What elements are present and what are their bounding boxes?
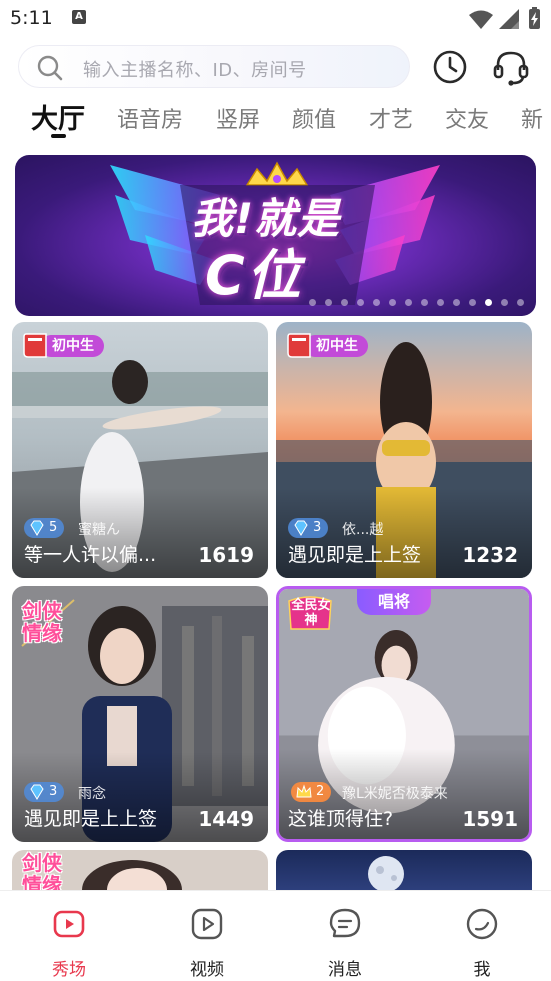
banner-pagination [15, 299, 524, 307]
room-title: 等一人许以偏... [24, 544, 157, 566]
anchor-name: 雨念 [78, 786, 106, 802]
tab-voice-room[interactable]: 语音房 [117, 102, 183, 134]
bottom-navigation: 秀场 视频 消息 我 [0, 890, 551, 981]
nav-item-me[interactable]: 我 [413, 891, 551, 981]
viewer-count: 1591 [462, 807, 518, 831]
app-screen: 5:11 A 输入主播名称、ID、房间号 大厅 语音房 竖屏 颜值 才艺 交友 … [0, 0, 551, 981]
live-tv-icon [53, 910, 85, 938]
banner-page-dot[interactable] [501, 299, 508, 306]
swordsman-badge-text: 剑侠情缘 [22, 851, 62, 890]
banner-page-dot[interactable] [517, 299, 524, 306]
profile-circle-icon [466, 908, 498, 940]
card-cover-image [276, 850, 532, 890]
tab-talent[interactable]: 才艺 [369, 102, 413, 134]
customer-service-headset-icon[interactable] [490, 46, 532, 88]
live-room-card[interactable]: 初中生 5 蜜糖ん 等一人许以偏... 1619 [12, 322, 268, 578]
banner-page-dot[interactable] [373, 299, 380, 306]
tab-vertical[interactable]: 竖屏 [216, 102, 260, 134]
anchor-name: 依...越 [342, 522, 384, 538]
live-room-card[interactable]: 全民女神 唱将 2 豫L米妮否极泰来 这谁顶得住? 1591 [276, 586, 532, 842]
banner-page-dot[interactable] [389, 299, 396, 306]
anchor-name: 豫L米妮否极泰来 [342, 786, 448, 802]
tab-new[interactable]: 新 [521, 102, 543, 134]
promo-banner[interactable]: 我!就是 C位 [15, 155, 536, 316]
tab-looks[interactable]: 颜值 [292, 102, 336, 134]
search-input[interactable]: 输入主播名称、ID、房间号 [18, 45, 410, 88]
message-bubble-icon [329, 908, 361, 938]
search-placeholder: 输入主播名称、ID、房间号 [83, 60, 307, 81]
room-title: 遇见即是上上签 [288, 544, 422, 566]
viewer-count: 1232 [462, 543, 518, 567]
nav-item-messages[interactable]: 消息 [276, 891, 414, 981]
notification-icon: A [72, 10, 86, 24]
nav-item-video[interactable]: 视频 [138, 891, 276, 981]
history-clock-icon[interactable] [430, 47, 470, 87]
crown-icon [296, 784, 312, 798]
category-tabs: 大厅 语音房 竖屏 颜值 才艺 交友 新 [0, 96, 551, 140]
status-icons [469, 7, 540, 29]
banner-page-dot[interactable] [437, 299, 444, 306]
room-title: 这谁顶得住? [288, 808, 394, 830]
banner-page-dot[interactable] [357, 299, 364, 306]
diamond-icon [30, 784, 44, 800]
anchor-name: 蜜糖ん [78, 522, 120, 538]
viewer-count: 1619 [198, 543, 254, 567]
tab-friends[interactable]: 交友 [445, 102, 489, 134]
search-icon [37, 55, 63, 81]
banner-page-dot[interactable] [469, 299, 476, 306]
tab-active-indicator [51, 134, 66, 138]
live-room-card[interactable] [276, 850, 532, 890]
diamond-icon [294, 520, 308, 536]
banner-page-dot[interactable] [453, 299, 460, 306]
level-badge-tag: 初中生 [286, 332, 370, 359]
user-level-pill: 5 [24, 518, 65, 538]
live-room-card[interactable]: 剑侠情缘 [12, 850, 268, 890]
status-time: 5:11 [10, 7, 53, 29]
user-level-pill: 3 [24, 782, 65, 802]
live-room-card[interactable]: 初中生 3 依...越 遇见即是上上签 1232 [276, 322, 532, 578]
level-badge-tag: 初中生 [22, 332, 106, 359]
room-title: 遇见即是上上签 [24, 808, 158, 830]
goddess-badge: 全民女神 [285, 595, 335, 633]
swordsman-badge: 剑侠情缘 [18, 594, 78, 650]
banner-page-dot[interactable] [405, 299, 412, 306]
live-room-card[interactable]: 剑侠情缘 3 雨念 遇见即是上上签 1449 [12, 586, 268, 842]
play-video-icon [191, 908, 223, 940]
nav-item-showroom[interactable]: 秀场 [0, 891, 138, 981]
diamond-icon [30, 520, 44, 536]
status-bar: 5:11 A [0, 0, 551, 38]
banner-page-dot[interactable] [309, 299, 316, 306]
banner-page-dot[interactable] [485, 299, 492, 306]
banner-page-dot[interactable] [325, 299, 332, 306]
singer-badge: 唱将 [357, 589, 431, 615]
wifi-icon [469, 10, 493, 29]
banner-page-dot[interactable] [341, 299, 348, 306]
swordsman-badge-text: 剑侠情缘 [22, 599, 62, 645]
user-level-pill: 3 [288, 518, 329, 538]
viewer-count: 1449 [198, 807, 254, 831]
banner-page-dot[interactable] [421, 299, 428, 306]
user-level-pill: 2 [291, 782, 332, 802]
tab-hall[interactable]: 大厅 [31, 97, 85, 136]
